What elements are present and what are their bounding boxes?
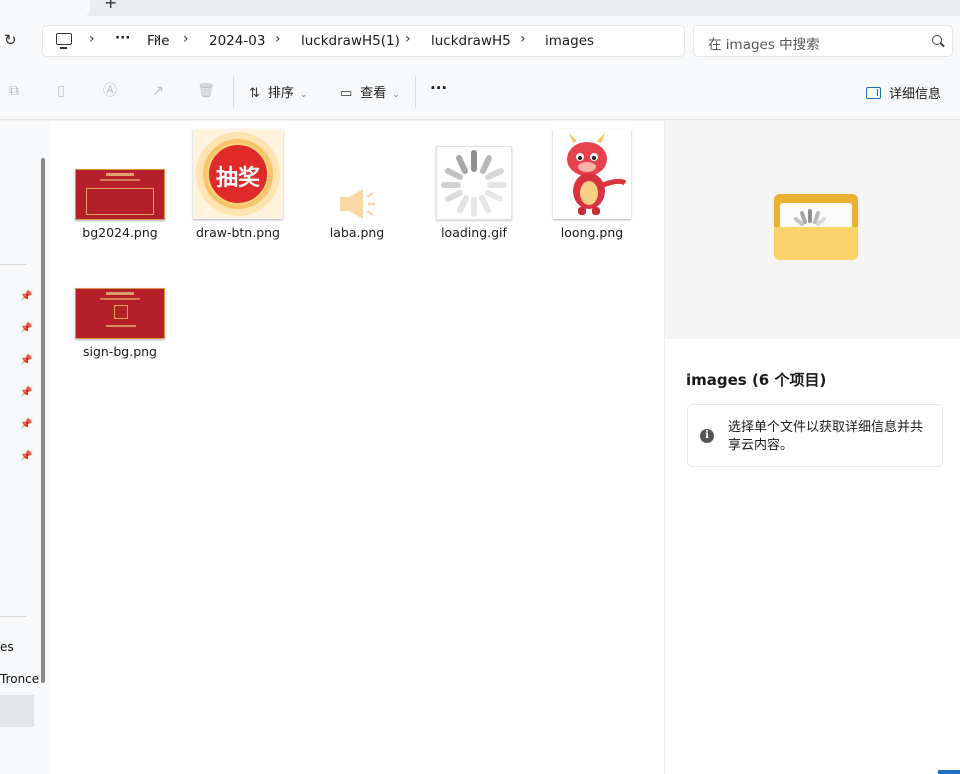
view-button[interactable]: ▭ 查看 ⌄ — [340, 82, 400, 101]
delete-icon[interactable]: 🗑 — [197, 82, 215, 100]
file-name: loading.gif — [441, 225, 507, 240]
breadcrumb-item-file[interactable]: File — [147, 33, 170, 49]
file-name: draw-btn.png — [196, 225, 280, 240]
toolbar-divider — [233, 76, 234, 108]
nav-divider — [0, 264, 26, 265]
draw-button-text: 抽奖 — [215, 166, 260, 191]
nav-item[interactable]: Tronce — [0, 672, 39, 686]
command-bar: ⧉ ▯ Ⓐ ↗ 🗑 ⇅ 排序 ⌄ ▭ 查看 ⌄ ··· 详细信息 — [0, 66, 960, 120]
breadcrumb-item-images[interactable]: images — [545, 33, 594, 49]
sort-icon: ⇅ — [249, 86, 260, 101]
spinner-icon — [436, 146, 512, 220]
info-icon: i — [700, 429, 714, 443]
breadcrumb-item-luckdrawh5-1[interactable]: luckdrawH5(1) — [301, 33, 400, 49]
file-item-bg2024[interactable]: bg2024.png — [65, 129, 175, 240]
navigation-pane: 📌 📌 📌 📌 📌 📌 es Tronce — [0, 121, 50, 774]
more-options-button[interactable]: ··· — [430, 79, 447, 97]
file-view: bg2024.png 抽奖 draw-btn.png laba.png load… — [50, 121, 664, 774]
nav-item-selected[interactable] — [0, 695, 34, 727]
file-item-draw-btn[interactable]: 抽奖 draw-btn.png — [183, 129, 293, 240]
nav-divider — [0, 616, 26, 617]
details-pane: images (6 个项目) i 选择单个文件以获取详细信息并共享云内容。 — [664, 121, 960, 774]
file-thumbnail — [75, 169, 165, 220]
chevron-right-icon[interactable]: › — [275, 31, 281, 47]
toolbar-divider — [415, 76, 416, 108]
view-label: 查看 — [360, 86, 387, 101]
copy-icon[interactable]: ⧉ — [5, 82, 23, 100]
sort-label: 排序 — [267, 86, 294, 101]
details-pane-label: 详细信息 — [889, 87, 942, 102]
nav-item[interactable]: es — [0, 640, 14, 654]
file-thumbnail: 抽奖 — [193, 129, 283, 219]
chevron-down-icon: ⌄ — [392, 90, 400, 100]
pin-icon[interactable]: 📌 — [20, 323, 32, 334]
details-pane-icon — [866, 87, 881, 99]
view-icon: ▭ — [340, 86, 353, 101]
new-tab-icon[interactable]: + — [104, 0, 117, 12]
chevron-down-icon: ⌄ — [299, 90, 308, 100]
address-row: ↻ › ··· › File › 2024-03 › luckdrawH5(1)… — [0, 16, 960, 66]
file-thumbnail — [75, 288, 165, 339]
pin-icon[interactable]: 📌 — [20, 291, 32, 302]
info-card: i 选择单个文件以获取详细信息并共享云内容。 — [687, 404, 943, 467]
rename-icon[interactable]: Ⓐ — [101, 82, 119, 100]
nav-scrollbar[interactable] — [41, 158, 45, 683]
file-item-laba[interactable]: laba.png — [302, 129, 412, 240]
active-tab[interactable]: × — [0, 0, 90, 16]
chevron-right-icon[interactable]: › — [89, 31, 95, 47]
file-name: loong.png — [560, 225, 624, 240]
breadcrumb-item-2024-03[interactable]: 2024-03 — [209, 33, 265, 49]
dragon-thumbnail — [553, 129, 631, 219]
pin-icon[interactable]: 📌 — [20, 451, 32, 462]
folder-preview — [665, 121, 960, 339]
breadcrumb[interactable]: › ··· › File › 2024-03 › luckdrawH5(1) ›… — [42, 25, 685, 57]
file-item-loong[interactable]: loong.png — [537, 129, 647, 240]
folder-icon-front — [774, 227, 858, 260]
overflow-more-icon[interactable]: ··· — [115, 30, 130, 46]
pin-icon[interactable]: 📌 — [20, 355, 32, 366]
taskbar-edge — [938, 770, 960, 774]
pin-icon[interactable]: 📌 — [20, 419, 32, 430]
speaker-icon — [337, 187, 377, 221]
chevron-right-icon[interactable]: › — [405, 31, 411, 47]
share-icon[interactable]: ↗ — [149, 82, 167, 100]
breadcrumb-item-luckdrawh5[interactable]: luckdrawH5 — [431, 33, 511, 49]
search-box[interactable]: 在 images 中搜索 — [693, 25, 953, 57]
details-pane-button[interactable]: 详细信息 — [866, 83, 941, 102]
file-item-sign-bg[interactable]: sign-bg.png — [65, 248, 175, 359]
info-text: 选择单个文件以获取详细信息并共享云内容。 — [728, 420, 924, 453]
this-pc-icon[interactable] — [56, 33, 72, 49]
pin-icon[interactable]: 📌 — [20, 387, 32, 398]
chevron-right-icon[interactable]: › — [520, 31, 526, 47]
file-item-loading[interactable]: loading.gif — [419, 129, 529, 240]
file-name: bg2024.png — [82, 225, 158, 240]
file-name: sign-bg.png — [83, 344, 157, 359]
chevron-right-icon[interactable]: › — [183, 31, 189, 47]
paste-icon[interactable]: ▯ — [52, 82, 70, 100]
sort-button[interactable]: ⇅ 排序 ⌄ — [249, 82, 307, 101]
search-input[interactable]: 在 images 中搜索 — [708, 33, 820, 53]
search-icon[interactable] — [932, 35, 942, 45]
details-title: images (6 个项目) — [686, 371, 827, 389]
tab-strip: × + — [0, 0, 960, 16]
file-name: laba.png — [329, 225, 385, 240]
refresh-icon[interactable]: ↻ — [4, 31, 17, 49]
